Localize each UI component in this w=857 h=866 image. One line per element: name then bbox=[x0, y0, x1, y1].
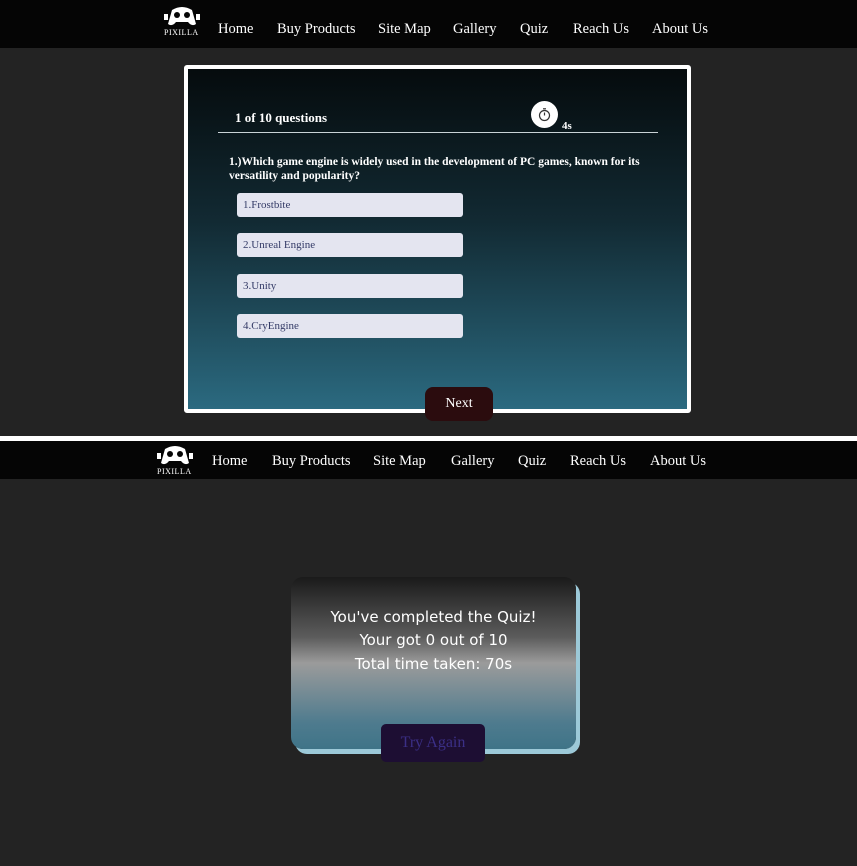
header-divider bbox=[218, 132, 658, 133]
nav-home[interactable]: Home bbox=[218, 21, 253, 38]
game-controller-logo-icon bbox=[157, 446, 193, 465]
top-navbar: PIXILLA Home Buy Products Site Map Galle… bbox=[0, 0, 857, 48]
answer-option-3[interactable]: 3.Unity bbox=[237, 274, 463, 298]
question-text: 1.)Which game engine is widely used in t… bbox=[229, 156, 640, 182]
pixilla-logo[interactable]: PIXILLA bbox=[155, 443, 195, 476]
nav-quiz[interactable]: Quiz bbox=[518, 453, 546, 470]
quiz-screen: PIXILLA Home Buy Products Site Map Galle… bbox=[0, 0, 857, 436]
nav-buy-products[interactable]: Buy Products bbox=[277, 21, 356, 38]
nav-site-map[interactable]: Site Map bbox=[373, 453, 426, 470]
bottom-navbar: PIXILLA Home Buy Products Site Map Galle… bbox=[0, 441, 857, 479]
time-taken-text: Total time taken: 70s bbox=[354, 655, 513, 673]
answer-option-4[interactable]: 4.CryEngine bbox=[237, 314, 463, 338]
nav-quiz[interactable]: Quiz bbox=[520, 21, 548, 38]
nav-reach-us[interactable]: Reach Us bbox=[573, 21, 629, 38]
nav-buy-products[interactable]: Buy Products bbox=[272, 453, 351, 470]
game-controller-logo-icon bbox=[164, 7, 200, 26]
next-button[interactable]: Next bbox=[425, 387, 493, 421]
nav-gallery[interactable]: Gallery bbox=[451, 453, 494, 470]
score-text: Your got 0 out of 10 bbox=[359, 631, 508, 649]
nav-about-us[interactable]: About Us bbox=[652, 21, 708, 38]
result-screen: PIXILLA Home Buy Products Site Map Galle… bbox=[0, 441, 857, 866]
nav-site-map[interactable]: Site Map bbox=[378, 21, 431, 38]
answer-option-1[interactable]: 1.Frostbite bbox=[237, 193, 463, 217]
logo-text: PIXILLA bbox=[164, 28, 199, 37]
stopwatch-icon bbox=[531, 101, 558, 128]
question-progress: 1 of 10 questions bbox=[235, 110, 328, 125]
nav-about-us[interactable]: About Us bbox=[650, 453, 706, 470]
timer-value: 4s bbox=[562, 120, 572, 132]
completion-message: You've completed the Quiz! bbox=[330, 608, 537, 626]
quiz-card: 1 of 10 questions 4s 1.)Which game engin… bbox=[184, 65, 691, 421]
logo-text: PIXILLA bbox=[157, 467, 192, 476]
pixilla-logo[interactable]: PIXILLA bbox=[162, 4, 202, 37]
nav-home[interactable]: Home bbox=[212, 453, 247, 470]
nav-gallery[interactable]: Gallery bbox=[453, 21, 496, 38]
try-again-button[interactable]: Try Again bbox=[381, 724, 485, 762]
result-card: You've completed the Quiz! Your got 0 ou… bbox=[291, 577, 576, 762]
answer-option-2[interactable]: 2.Unreal Engine bbox=[237, 233, 463, 257]
nav-reach-us[interactable]: Reach Us bbox=[570, 453, 626, 470]
